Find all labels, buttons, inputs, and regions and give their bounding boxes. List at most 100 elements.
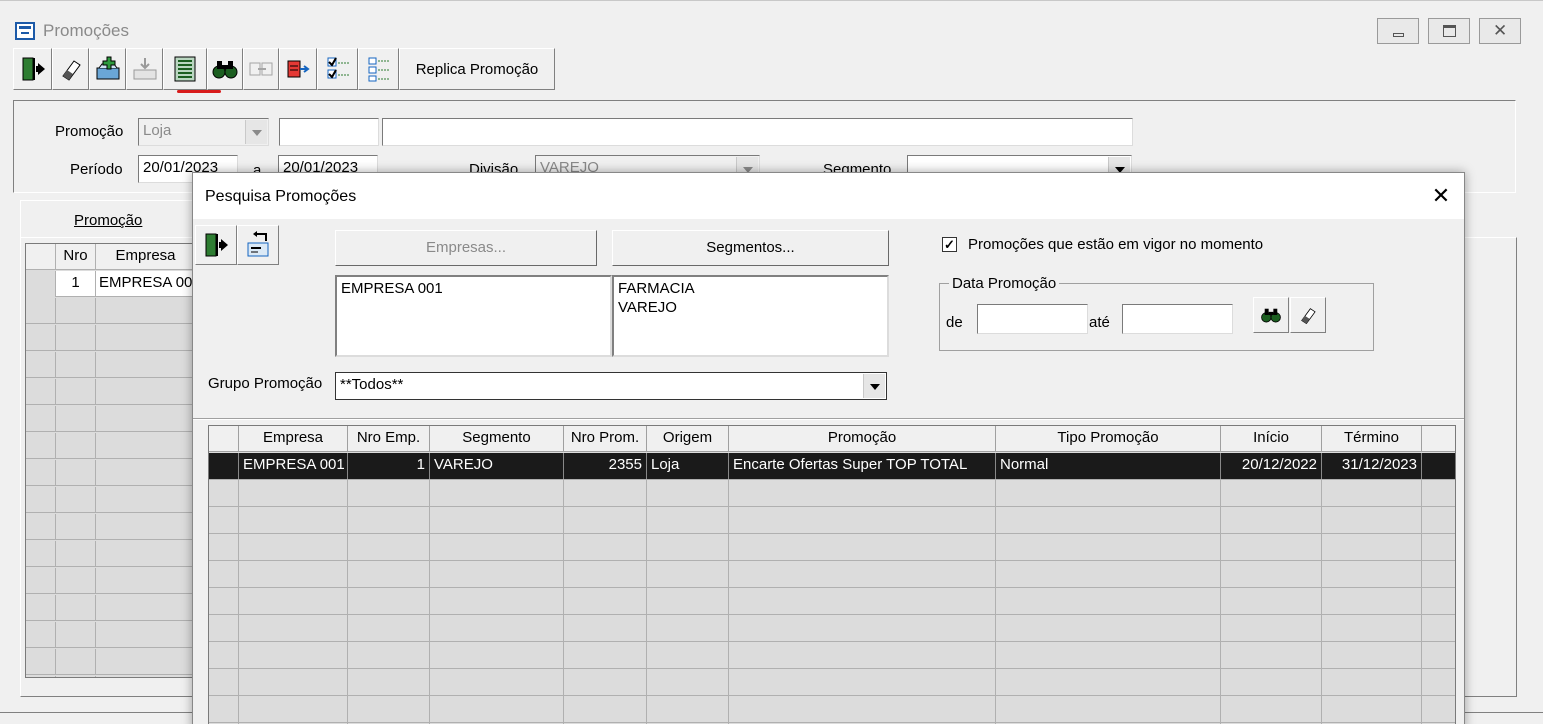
tree-list-button[interactable] bbox=[358, 48, 399, 90]
table-row[interactable]: 1 EMPRESA 001 bbox=[26, 271, 194, 297]
segmentos-listbox[interactable]: FARMACIA VAREJO bbox=[612, 275, 889, 357]
data-de-input[interactable] bbox=[977, 304, 1088, 334]
exit-button[interactable] bbox=[13, 48, 52, 90]
list-item[interactable]: VAREJO bbox=[618, 298, 883, 317]
grupo-promocao-label: Grupo Promoção bbox=[208, 375, 323, 392]
col-header-empresa[interactable]: Empresa bbox=[239, 426, 348, 452]
empty-grid-cell bbox=[1422, 642, 1455, 668]
empty-grid-cell bbox=[26, 649, 56, 675]
col-header-segmento[interactable]: Segmento bbox=[430, 426, 564, 452]
row-indicator-header bbox=[26, 244, 56, 270]
row-indicator bbox=[209, 453, 239, 479]
empty-grid-cell bbox=[996, 615, 1221, 641]
promocoes-results-grid[interactable]: Empresa Nro Emp. Segmento Nro Prom. Orig… bbox=[208, 425, 1456, 724]
data-ate-input[interactable] bbox=[1122, 304, 1233, 334]
table-row[interactable]: EMPRESA 001 1 VAREJO 2355 Loja Encarte O… bbox=[209, 453, 1455, 480]
empty-grid-cell bbox=[96, 352, 194, 378]
col-header-promocao[interactable]: Promoção bbox=[729, 426, 996, 452]
empty-grid-cell bbox=[96, 487, 194, 513]
empty-grid-cell bbox=[430, 507, 564, 533]
segmentos-button[interactable]: Segmentos... bbox=[612, 230, 889, 266]
empty-grid-cell bbox=[1322, 669, 1422, 695]
empty-grid-cell bbox=[647, 642, 729, 668]
empty-grid-cell bbox=[996, 696, 1221, 722]
search-button[interactable] bbox=[207, 48, 243, 90]
empty-grid-cell bbox=[96, 460, 194, 486]
col-header-origem[interactable]: Origem bbox=[647, 426, 729, 452]
empty-grid-cell bbox=[1422, 615, 1455, 641]
dialog-close-button[interactable]: ✕ bbox=[1421, 181, 1461, 213]
empty-grid-row bbox=[26, 676, 194, 677]
vigor-checkbox[interactable]: ✓ bbox=[942, 237, 957, 252]
empty-grid-cell bbox=[209, 615, 239, 641]
replica-promocao-button[interactable]: Replica Promoção bbox=[399, 48, 555, 90]
maximize-button[interactable] bbox=[1428, 18, 1470, 44]
promocao-code-input[interactable] bbox=[279, 118, 379, 146]
bg-grid-header: Nro Empresa bbox=[26, 244, 194, 270]
periodo-label: Período bbox=[70, 161, 123, 178]
dialog-titlebar: Pesquisa Promoções ✕ bbox=[193, 173, 1464, 219]
empty-grid-cell bbox=[209, 588, 239, 614]
promocao-description-input[interactable] bbox=[382, 118, 1133, 146]
empty-grid-cell bbox=[430, 615, 564, 641]
empty-grid-cell bbox=[209, 669, 239, 695]
add-folder-icon bbox=[96, 56, 119, 80]
vigor-checkbox-label[interactable]: Promoções que estão em vigor no momento bbox=[968, 236, 1263, 253]
close-window-button[interactable]: ✕ bbox=[1479, 18, 1521, 44]
empty-grid-cell bbox=[996, 480, 1221, 506]
empty-grid-cell bbox=[56, 433, 96, 459]
list-item[interactable]: EMPRESA 001 bbox=[341, 279, 606, 298]
list-view-button[interactable] bbox=[163, 48, 207, 90]
empty-grid-cell bbox=[729, 615, 996, 641]
close-icon: ✕ bbox=[1493, 21, 1508, 40]
empty-grid-cell bbox=[996, 561, 1221, 587]
window-app-icon bbox=[15, 22, 35, 40]
empresas-listbox[interactable]: EMPRESA 001 bbox=[335, 275, 612, 357]
empty-grid-cell bbox=[26, 433, 56, 459]
export-arrow-icon bbox=[287, 60, 310, 78]
col-header-nro-prom[interactable]: Nro Prom. bbox=[564, 426, 647, 452]
row-indicator bbox=[26, 271, 56, 297]
cell-nro-emp: 1 bbox=[348, 453, 430, 479]
minimize-button[interactable] bbox=[1377, 18, 1419, 44]
list-item[interactable]: FARMACIA bbox=[618, 279, 883, 298]
tab-promocao[interactable]: Promoção bbox=[20, 200, 200, 238]
empty-grid-cell bbox=[209, 561, 239, 587]
col-header-termino[interactable]: Término bbox=[1322, 426, 1422, 452]
empty-grid-cell bbox=[56, 541, 96, 567]
export-button[interactable] bbox=[279, 48, 317, 90]
col-header-inicio[interactable]: Início bbox=[1221, 426, 1322, 452]
new-button[interactable] bbox=[89, 48, 126, 90]
empty-grid-cell bbox=[26, 352, 56, 378]
dialog-clear-button[interactable] bbox=[1290, 297, 1326, 333]
empty-grid-cell bbox=[647, 669, 729, 695]
empty-grid-cell bbox=[1422, 534, 1455, 560]
empty-grid-cell bbox=[430, 696, 564, 722]
empty-grid-row bbox=[209, 642, 1455, 669]
clear-button[interactable] bbox=[52, 48, 89, 90]
empty-grid-row bbox=[209, 588, 1455, 615]
col-header-nro: Nro bbox=[56, 244, 96, 270]
cell-empresa: EMPRESA 001 bbox=[239, 453, 348, 479]
import-button bbox=[126, 48, 163, 90]
col-header-nro-emp[interactable]: Nro Emp. bbox=[348, 426, 430, 452]
eraser-icon bbox=[1301, 308, 1316, 325]
grupo-promocao-select[interactable]: **Todos** bbox=[335, 372, 887, 400]
empty-grid-row bbox=[26, 541, 194, 567]
empty-grid-cell bbox=[729, 696, 996, 722]
col-header-tipo-promocao[interactable]: Tipo Promoção bbox=[996, 426, 1221, 452]
empty-grid-cell bbox=[239, 669, 348, 695]
dialog-separator bbox=[193, 418, 1464, 420]
empty-grid-cell bbox=[26, 406, 56, 432]
checklist-button[interactable] bbox=[317, 48, 358, 90]
empty-grid-cell bbox=[56, 676, 96, 677]
dialog-search-button[interactable] bbox=[1253, 297, 1289, 333]
main-toolbar: Replica Promoção bbox=[13, 48, 555, 90]
cell-origem: Loja bbox=[647, 453, 729, 479]
dialog-exit-button[interactable] bbox=[195, 225, 237, 265]
dialog-return-button[interactable] bbox=[237, 225, 279, 265]
empty-grid-cell bbox=[56, 406, 96, 432]
empty-grid-cell bbox=[647, 696, 729, 722]
promocao-empresas-grid[interactable]: Nro Empresa 1 EMPRESA 001 bbox=[25, 243, 195, 678]
empty-grid-cell bbox=[56, 460, 96, 486]
